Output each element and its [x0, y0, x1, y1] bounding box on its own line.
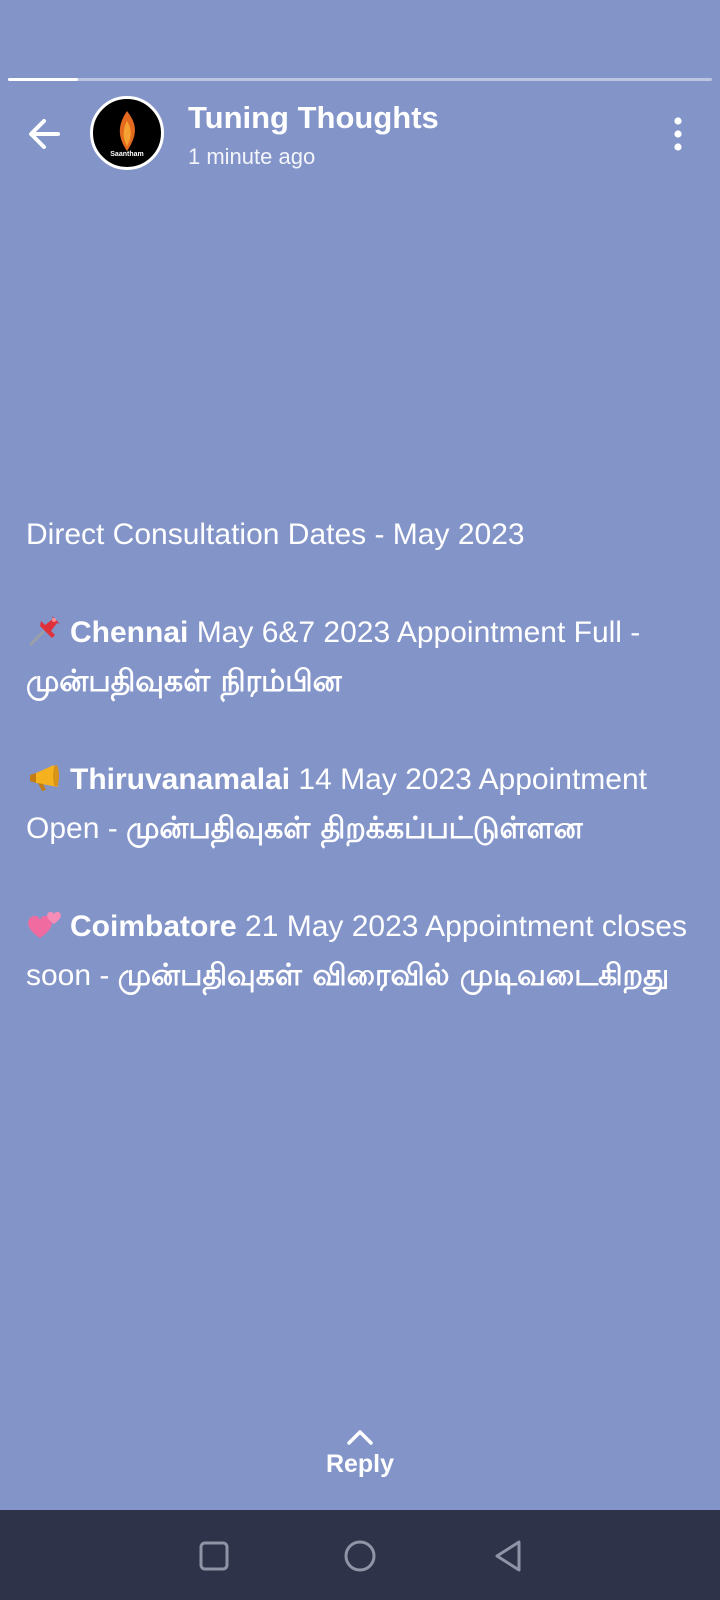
system-navigation-bar: [0, 1510, 720, 1600]
entry-tamil: முன்பதிவுகள் திறக்கப்பட்டுள்ளன: [126, 811, 583, 846]
more-vertical-icon: [674, 117, 682, 151]
entry-tamil: முன்பதிவுகள் விரைவில் முடிவடைகிறது: [117, 958, 670, 993]
entry-coimbatore: Coimbatore 21 May 2023 Appointment close…: [26, 902, 696, 1000]
avatar-brand-text: Saantham: [110, 150, 144, 158]
megaphone-icon: [30, 765, 59, 791]
entry-city: Thiruvanamalai: [70, 763, 291, 796]
arrow-left-icon: [29, 119, 60, 149]
account-name[interactable]: Tuning Thoughts: [188, 100, 439, 136]
nav-back-button[interactable]: [484, 1532, 532, 1580]
flame-logo-icon: [119, 110, 135, 151]
reply-button[interactable]: Reply: [310, 1428, 410, 1494]
story-text: Direct Consultation Dates - May 2023 Che…: [26, 510, 696, 1049]
story-progress-track: [8, 78, 712, 81]
reply-label: Reply: [325, 1450, 395, 1478]
post-heading: Direct Consultation Dates - May 2023: [26, 518, 525, 551]
entry-details: May 6&7 2023 Appointment Full -: [188, 616, 641, 649]
entry-chennai: Chennai May 6&7 2023 Appointment Full - …: [26, 608, 696, 706]
chevron-up-icon: [347, 1430, 373, 1445]
story-header: Saantham Tuning Thoughts 1 minute ago: [0, 92, 720, 176]
entry-city: Coimbatore: [70, 910, 237, 943]
avatar[interactable]: Saantham: [90, 96, 164, 170]
back-button[interactable]: [18, 108, 70, 160]
more-options-button[interactable]: [656, 108, 700, 160]
home-button[interactable]: [336, 1532, 384, 1580]
story-progress-fill: [8, 78, 79, 81]
posted-time: 1 minute ago: [188, 144, 316, 169]
recent-apps-icon: [199, 1541, 229, 1571]
home-icon: [344, 1540, 376, 1572]
two-hearts-icon: [28, 911, 61, 938]
pushpin-icon: [29, 616, 60, 646]
entry-tamil: முன்பதிவுகள் நிரம்பின: [26, 664, 342, 699]
recent-apps-button[interactable]: [190, 1532, 238, 1580]
back-triangle-icon: [495, 1540, 521, 1572]
entry-city: Chennai: [70, 616, 189, 649]
entry-thiruvanamalai: Thiruvanamalai 14 May 2023 Appointment O…: [26, 755, 696, 853]
